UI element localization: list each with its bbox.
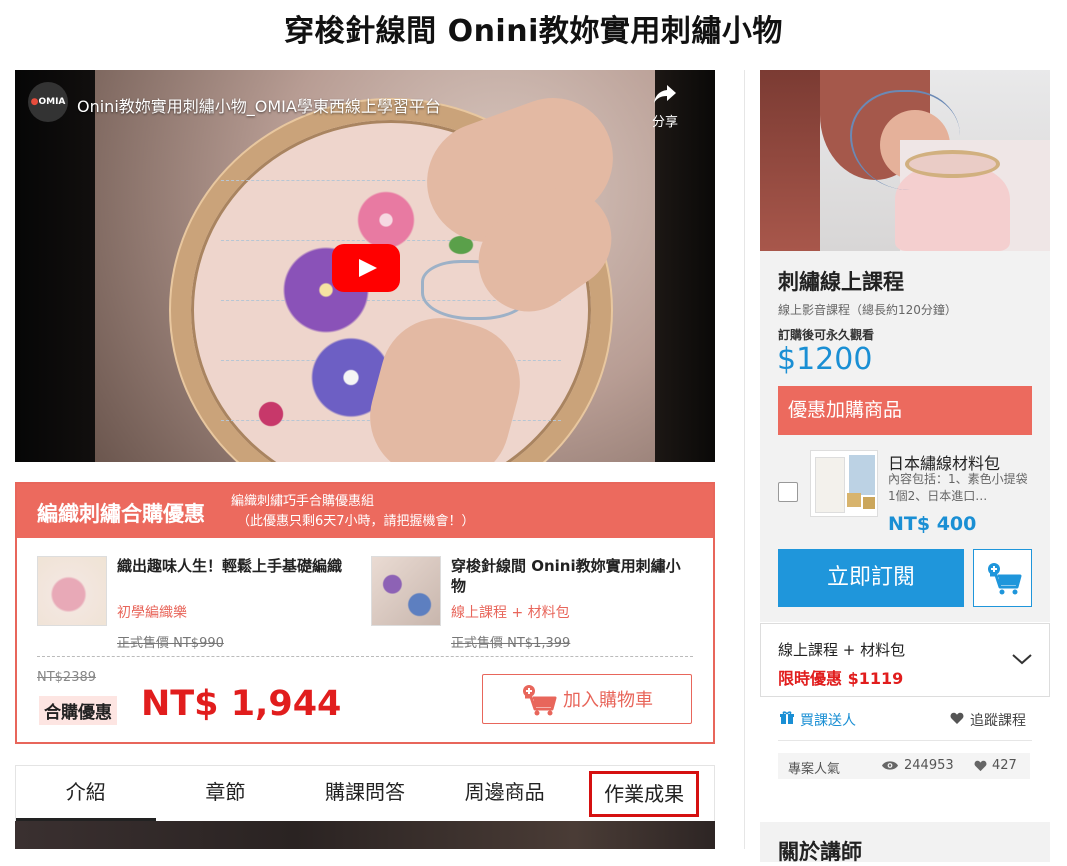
- bundle-deal: 編織刺繡合購優惠 編織刺繡巧手合購優惠組 （此優惠只剩6天7小時，請把握機會！）…: [15, 482, 715, 744]
- tab-intro[interactable]: 介紹: [16, 766, 156, 821]
- follow-label: 追蹤課程: [970, 713, 1026, 729]
- cart-plus-icon: [986, 562, 1022, 600]
- tab-merchandise[interactable]: 周邊商品: [435, 766, 575, 820]
- bundle-item-tag: 線上課程 + 材料包: [451, 605, 570, 621]
- bundle-item-name[interactable]: 穿梭針線間 Onini教妳實用刺繡小物: [451, 556, 691, 596]
- option-name: 線上課程 + 材料包: [778, 641, 906, 659]
- cart-plus-icon: [521, 684, 557, 716]
- bundle-subtitle: 編織刺繡巧手合購優惠組 （此優惠只剩6天7小時，請把握機會！）: [231, 494, 475, 529]
- addon-thumbnail[interactable]: [810, 450, 878, 517]
- bundle-deal-label: 合購優惠: [39, 696, 117, 725]
- intro-image: [15, 821, 715, 849]
- eye-icon: [882, 761, 898, 770]
- divider: [778, 740, 1032, 741]
- course-title: 刺繡線上課程: [778, 270, 904, 294]
- share-arrow-icon: [643, 84, 687, 111]
- channel-logo[interactable]: ●OMIA: [28, 82, 68, 122]
- popularity-stats: 專案人氣 244953 427: [778, 753, 1030, 779]
- heart-icon: [974, 760, 987, 771]
- gift-icon: [780, 711, 794, 729]
- tab-qa[interactable]: 購課問答: [295, 766, 435, 820]
- course-price: $1200: [777, 342, 873, 377]
- about-instructor: 關於講師: [760, 822, 1050, 864]
- divider: [744, 70, 745, 849]
- tab-assignments[interactable]: 作業成果: [574, 766, 714, 820]
- addon-price: NT$ 400: [888, 513, 977, 535]
- bundle-header: 編織刺繡合購優惠 編織刺繡巧手合購優惠組 （此優惠只剩6天7小時，請把握機會！）: [17, 484, 713, 538]
- youtube-play-icon[interactable]: [332, 244, 400, 292]
- bundle-item-original-price: 正式售價 NT$1,399: [451, 636, 571, 651]
- chevron-down-icon[interactable]: [1011, 648, 1033, 670]
- purchase-option-select[interactable]: 線上課程 + 材料包 限時優惠 $1119: [760, 623, 1050, 697]
- purchase-card: 刺繡線上課程 線上影音課程（總長約120分鐘） 訂購後可永久觀看 $1200 優…: [760, 70, 1050, 622]
- share-button[interactable]: 分享: [643, 84, 687, 130]
- course-note: 訂購後可永久觀看: [778, 328, 875, 342]
- video-player[interactable]: ●OMIA Onini教妳實用刺繡小物_OMIA學東西線上學習平台 分享: [15, 70, 715, 462]
- addon-checkbox[interactable]: [778, 482, 798, 502]
- bundle-old-total: NT$2389: [37, 670, 97, 685]
- bundle-title: 編織刺繡合購優惠: [37, 502, 205, 526]
- gift-course-link[interactable]: 買課送人: [780, 710, 856, 730]
- follow-course-link[interactable]: 追蹤課程: [950, 710, 1026, 730]
- heart-icon: [950, 712, 964, 729]
- course-tabs: 介紹 章節 購課問答 周邊商品 作業成果: [15, 765, 715, 821]
- bundle-item-thumbnail[interactable]: [37, 556, 107, 626]
- add-to-cart-button[interactable]: 加入購物車: [482, 674, 692, 724]
- video-title[interactable]: Onini教妳實用刺繡小物_OMIA學東西線上學習平台: [77, 93, 441, 117]
- bundle-item-name[interactable]: 織出趣味人生！輕鬆上手基礎編織: [117, 556, 357, 576]
- course-image: [760, 70, 1050, 251]
- divider: [37, 656, 693, 657]
- page-title: 穿梭針線間 Onini教妳實用刺繡小物: [284, 14, 783, 49]
- gift-label: 買課送人: [800, 713, 856, 729]
- view-count: 244953: [881, 758, 954, 773]
- like-count: 427: [974, 758, 1017, 773]
- option-price: 限時優惠 $1119: [778, 669, 904, 688]
- subscribe-button[interactable]: 立即訂閱: [778, 549, 964, 607]
- about-title: 關於講師: [778, 840, 862, 864]
- tab-chapters[interactable]: 章節: [156, 766, 296, 820]
- addon-description: 內容包括：1、素色小提袋1個2、日本進口…: [888, 472, 1028, 503]
- bundle-deal-price: NT$ 1,944: [141, 684, 342, 724]
- bundle-item-thumbnail[interactable]: [371, 556, 441, 626]
- bundle-item-original-price: 正式售價 NT$990: [117, 636, 224, 651]
- share-label: 分享: [651, 115, 678, 130]
- course-meta: 線上影音課程（總長約120分鐘）: [778, 303, 957, 317]
- stats-label: 專案人氣: [788, 762, 841, 777]
- add-to-cart-button[interactable]: [973, 549, 1032, 607]
- add-to-cart-label: 加入購物車: [563, 690, 653, 711]
- upsell-header: 優惠加購商品: [778, 386, 1032, 435]
- bundle-item-tag: 初學編織樂: [117, 605, 187, 621]
